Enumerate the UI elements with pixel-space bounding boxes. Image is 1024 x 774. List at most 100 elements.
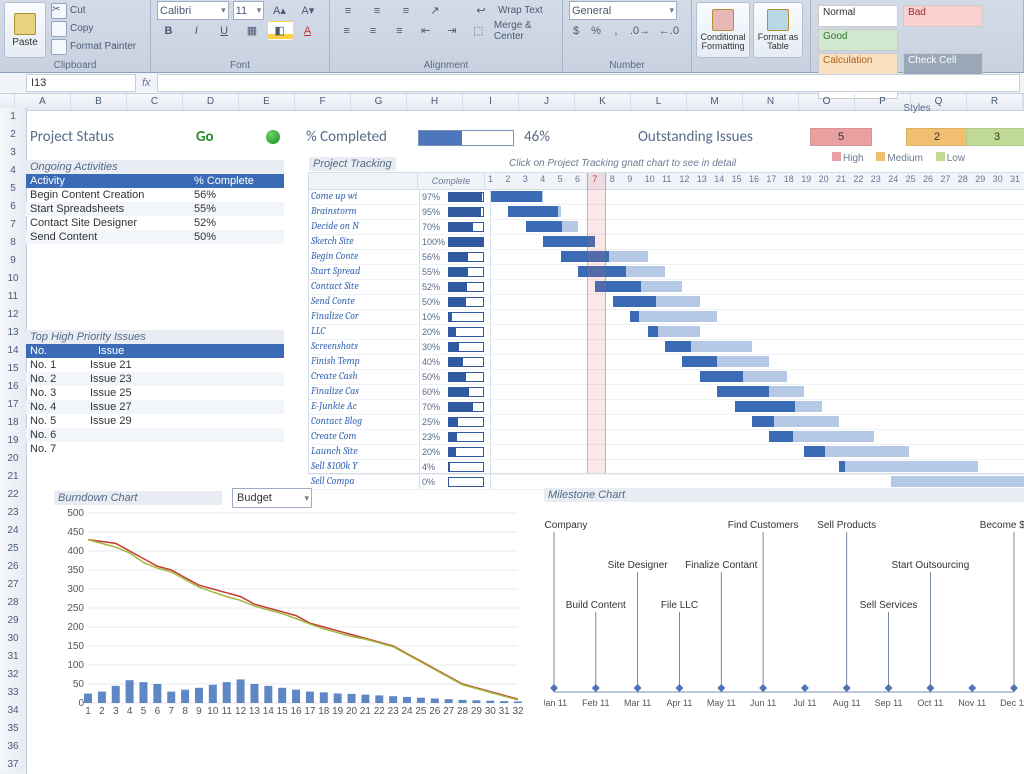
svg-text:28: 28 — [457, 706, 469, 717]
milestone-panel: Milestone Chart Jan 11Feb 11Mar 11Apr 11… — [544, 488, 1024, 728]
svg-text:29: 29 — [471, 706, 483, 717]
row-headers[interactable]: 1234567891011121314151617181920212223242… — [0, 108, 27, 774]
svg-text:Sell Products: Sell Products — [817, 520, 876, 531]
burndown-select[interactable]: Budget — [232, 488, 312, 508]
fx-icon[interactable]: fx — [142, 77, 151, 89]
font-name-combo[interactable]: Calibri — [157, 1, 229, 20]
svg-text:File LLC: File LLC — [661, 600, 698, 611]
cut-button[interactable]: ✂Cut — [49, 2, 140, 19]
italic-button[interactable]: I — [185, 21, 210, 40]
style-good[interactable]: Good — [818, 29, 898, 51]
increase-indent-button[interactable]: ⇥ — [441, 21, 464, 40]
svg-text:Site Designer: Site Designer — [608, 560, 669, 571]
svg-text:Find Customers: Find Customers — [728, 520, 799, 531]
format-painter-button[interactable]: Format Painter — [49, 38, 140, 55]
align-center-button[interactable]: ≡ — [362, 21, 385, 40]
style-calculation[interactable]: Calculation — [818, 53, 898, 75]
bold-button[interactable]: B — [157, 21, 182, 40]
name-box[interactable]: I13 — [26, 74, 136, 92]
project-tracking-panel[interactable]: Project Tracking Click on Project Tracki… — [308, 172, 1024, 474]
gantt-row[interactable]: Sell $100k Y4% — [309, 460, 1024, 475]
style-normal[interactable]: Normal — [818, 5, 898, 27]
gantt-row[interactable]: Screenshots30% — [309, 340, 1024, 355]
table-row: Begin Content Creation56% — [26, 188, 284, 202]
gantt-row[interactable]: Start Spread55% — [309, 265, 1024, 280]
align-middle-button[interactable]: ≡ — [365, 1, 391, 20]
increase-decimal-button[interactable]: .0→ — [628, 21, 654, 40]
svg-text:300: 300 — [67, 584, 84, 595]
svg-text:0: 0 — [78, 698, 84, 709]
number-format-combo[interactable]: General — [569, 1, 677, 20]
currency-button[interactable]: $ — [569, 21, 585, 40]
underline-button[interactable]: U — [213, 21, 238, 40]
orientation-button[interactable]: ↗ — [423, 1, 449, 20]
paste-button[interactable]: Paste — [4, 2, 46, 58]
svg-text:Jun 11: Jun 11 — [750, 698, 776, 708]
burndown-chart: 0501001502002503003504004505001234567891… — [54, 508, 524, 723]
fill-color-button[interactable]: ◧ — [268, 21, 293, 40]
svg-text:500: 500 — [67, 508, 84, 519]
border-button[interactable]: ▦ — [240, 21, 265, 40]
svg-text:25: 25 — [415, 706, 427, 717]
svg-text:26: 26 — [429, 706, 441, 717]
style-bad[interactable]: Bad — [903, 5, 983, 27]
svg-text:3: 3 — [113, 706, 119, 717]
decrease-decimal-button[interactable]: ←.0 — [657, 21, 683, 40]
align-top-button[interactable]: ≡ — [336, 1, 362, 20]
percent-button[interactable]: % — [588, 21, 606, 40]
svg-text:100: 100 — [67, 660, 84, 671]
svg-text:14: 14 — [263, 706, 275, 717]
merge-center-button[interactable]: ⬚ — [468, 21, 491, 40]
decrease-indent-button[interactable]: ⇤ — [415, 21, 438, 40]
gantt-row[interactable]: LLC20% — [309, 325, 1024, 340]
table-row: No. 7 — [26, 442, 284, 456]
gantt-row[interactable]: Contact Site52% — [309, 280, 1024, 295]
svg-text:4: 4 — [127, 706, 133, 717]
format-as-table-button[interactable]: Format as Table — [753, 2, 803, 58]
align-left-button[interactable]: ≡ — [336, 21, 359, 40]
style-check-cell[interactable]: Check Cell — [903, 53, 983, 75]
svg-text:Jan 11: Jan 11 — [544, 698, 567, 708]
gantt-row[interactable]: Finish Temp40% — [309, 355, 1024, 370]
svg-text:400: 400 — [67, 546, 84, 557]
legend: High Medium Low — [826, 152, 965, 164]
gantt-row[interactable]: Launch Site20% — [309, 445, 1024, 460]
comma-button[interactable]: , — [609, 21, 625, 40]
worksheet[interactable]: Project Status Go % Completed 46% Outsta… — [26, 108, 1024, 747]
gantt-row[interactable]: Create Cash50% — [309, 370, 1024, 385]
font-size-combo[interactable]: 11 — [233, 1, 265, 20]
grow-font-button[interactable]: A▴ — [268, 1, 292, 20]
gantt-row[interactable]: Decide on N70% — [309, 220, 1024, 235]
gantt-row[interactable]: Brainstorm95% — [309, 205, 1024, 220]
svg-text:21: 21 — [360, 706, 372, 717]
shrink-font-button[interactable]: A▾ — [297, 1, 321, 20]
svg-text:11: 11 — [222, 706, 233, 717]
issues-medium: 2 — [906, 128, 968, 146]
table-row: Contact Site Designer52% — [26, 216, 284, 230]
gantt-row[interactable]: Come up wi97% — [309, 190, 1024, 205]
gantt-row[interactable]: Sketch Site100% — [309, 235, 1024, 250]
svg-text:22: 22 — [374, 706, 386, 717]
svg-text:13: 13 — [249, 706, 261, 717]
gantt-row[interactable]: Begin Conte56% — [309, 250, 1024, 265]
copy-button[interactable]: Copy — [49, 20, 140, 37]
svg-text:Aug 11: Aug 11 — [833, 698, 861, 708]
gantt-row[interactable]: E-Junkie Ac70% — [309, 400, 1024, 415]
pct-completed-value: 46% — [524, 128, 550, 146]
svg-text:24: 24 — [401, 706, 413, 717]
align-bottom-button[interactable]: ≡ — [394, 1, 420, 20]
svg-text:10: 10 — [207, 706, 219, 717]
align-right-button[interactable]: ≡ — [389, 21, 412, 40]
gantt-row[interactable]: Create Com23% — [309, 430, 1024, 445]
gantt-row[interactable]: Send Conte50% — [309, 295, 1024, 310]
formula-input[interactable] — [157, 74, 1020, 92]
svg-text:27: 27 — [443, 706, 455, 717]
gantt-row[interactable]: Finalize Cor10% — [309, 310, 1024, 325]
conditional-formatting-button[interactable]: Conditional Formatting — [696, 2, 750, 58]
font-color-button[interactable]: A — [296, 21, 321, 40]
gantt-row[interactable]: Contact Blog25% — [309, 415, 1024, 430]
svg-text:Feb 11: Feb 11 — [582, 698, 609, 708]
wrap-text-button[interactable]: ↩ — [469, 1, 495, 20]
svg-text:150: 150 — [67, 641, 84, 652]
gantt-row[interactable]: Finalize Cas60% — [309, 385, 1024, 400]
